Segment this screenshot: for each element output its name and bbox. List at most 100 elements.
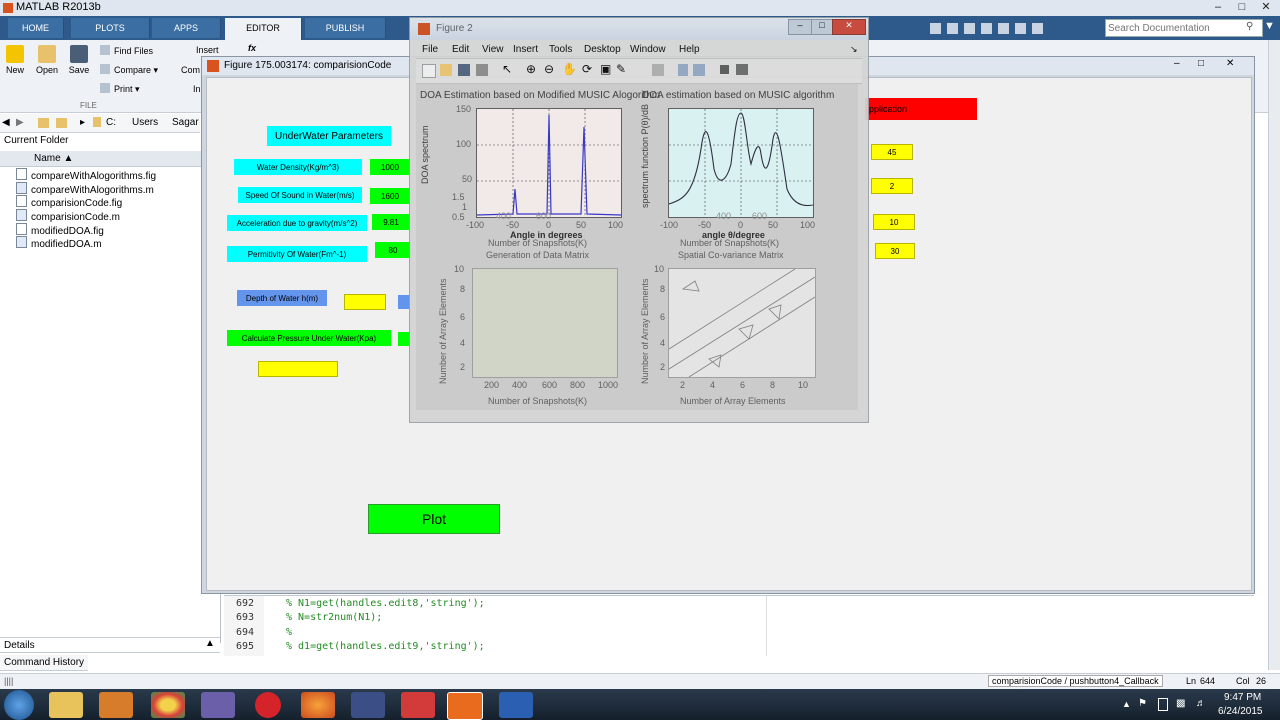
menu-tools[interactable]: Tools [549,44,572,55]
path-user[interactable]: Sagar [172,117,199,128]
plot4-axes[interactable] [668,268,816,378]
up-folder-icon[interactable] [38,118,49,128]
zoom-in-icon[interactable]: ⊕ [526,62,536,76]
param-value-2[interactable]: 2 [871,178,913,194]
param-value-4[interactable]: 30 [875,243,915,259]
plot1-axes[interactable] [476,108,622,218]
save-button[interactable]: Save [66,45,92,75]
firefox-taskbar-icon[interactable] [301,692,335,718]
code-line[interactable]: % N=str2num(N1); [286,612,382,623]
code-line[interactable]: % N1=get(handles.edit8,'string'); [286,598,485,609]
tab-apps[interactable]: APPS [152,18,221,38]
battery-icon[interactable] [1158,698,1168,711]
gui-maximize-icon[interactable]: □ [1198,58,1204,69]
tab-editor[interactable]: EDITOR [225,18,302,40]
plot3-axes[interactable] [472,268,618,378]
eclipse-taskbar-icon[interactable] [351,692,385,718]
show-tools-icon[interactable] [736,64,748,75]
gui-close-icon[interactable]: ✕ [1226,58,1234,69]
search-icon[interactable]: ⚲ [1246,21,1253,32]
menu-file[interactable]: File [422,44,438,55]
taskbar-time[interactable]: 9:47 PM [1224,692,1261,703]
param-value-1[interactable]: 45 [871,144,913,160]
browse-folder-icon[interactable] [56,118,67,128]
code-line[interactable]: % d1=get(handles.edit9,'string'); [286,641,485,652]
depth-of-water-input[interactable] [344,294,386,310]
gravity-value[interactable]: 9.81 [372,214,410,230]
menu-window[interactable]: Window [630,44,666,55]
brush-icon[interactable]: ✎ [616,62,626,76]
code-editor[interactable]: 692 % N1=get(handles.edit8,'string'); 69… [224,595,1254,656]
menu-insert[interactable]: Insert [513,44,538,55]
search-documentation-input[interactable] [1105,19,1263,37]
vertical-scrollbar[interactable] [1268,40,1280,670]
comment-button[interactable]: Com [181,65,200,75]
start-button[interactable] [4,690,34,720]
permitivity-value[interactable]: 80 [375,242,411,258]
menu-desktop[interactable]: Desktop [584,44,621,55]
details-panel-header[interactable]: Details [0,637,220,653]
undo-icon[interactable] [998,22,1009,34]
close-icon[interactable]: ✕ [1254,0,1278,15]
opera-taskbar-icon[interactable] [255,692,281,718]
app-taskbar-icon[interactable] [401,692,435,718]
dock-arrow-icon[interactable]: ↘ [850,44,858,55]
menu-help[interactable]: Help [679,44,700,55]
zoom-out-icon[interactable]: ⊖ [544,62,554,76]
tab-home[interactable]: HOME [8,18,64,38]
file-item[interactable]: compareWithAlogorithms.fig [16,168,156,182]
volume-icon[interactable]: ♬ [1196,698,1206,709]
taskbar-date[interactable]: 6/24/2015 [1218,706,1263,717]
plot2-axes[interactable] [668,108,814,218]
file-item[interactable]: comparisionCode.fig [16,195,122,209]
matlab-taskbar-icon[interactable] [447,692,483,720]
tray-expand-icon[interactable]: ▲ [1122,699,1131,709]
open-button[interactable]: Open [34,45,60,75]
fx-button[interactable]: fx [248,43,256,53]
file-item[interactable]: comparisionCode.m [16,209,120,223]
flag-icon[interactable]: ⚑ [1138,698,1147,709]
colorbar-icon[interactable] [678,64,688,76]
gui-minimize-icon[interactable]: – [1174,58,1180,69]
path-users[interactable]: Users [132,117,158,128]
tab-publish[interactable]: PUBLISH [305,18,386,38]
menu-view[interactable]: View [482,44,504,55]
find-files-button[interactable]: Find Files [100,45,153,56]
cut-icon[interactable] [947,22,958,34]
pointer-icon[interactable]: ↖ [502,62,512,76]
explorer-taskbar-icon[interactable] [49,692,83,718]
plot-button[interactable]: Plot [368,504,500,534]
figure-2-maximize-icon[interactable]: □ [811,19,833,35]
chrome-taskbar-icon[interactable] [151,692,185,718]
collapse-icon[interactable]: ▲ [205,638,215,649]
legend-icon[interactable] [693,64,705,76]
media-player-taskbar-icon[interactable] [99,692,133,718]
name-column-header[interactable]: Name ▲ [0,151,220,167]
hide-tools-icon[interactable] [720,65,729,74]
compare-button[interactable]: Compare ▾ [100,64,158,76]
redo-icon[interactable] [1015,22,1026,34]
print-figure-icon[interactable] [476,64,488,76]
new-button[interactable]: New [3,45,27,75]
open-file-icon[interactable] [440,64,452,76]
tab-plots[interactable]: PLOTS [71,18,150,38]
print-button[interactable]: Print ▾ [100,83,140,95]
expand-icon[interactable]: ▼ [1264,20,1275,32]
forward-icon[interactable]: ▶ [16,117,24,128]
file-item[interactable]: modifiedDOA.m [16,236,102,250]
save-figure-icon[interactable] [458,64,470,76]
copy-icon[interactable] [964,22,975,34]
indent-button[interactable]: In [193,84,201,94]
save-icon[interactable] [930,22,941,34]
code-line[interactable]: % [286,627,292,638]
paste-icon[interactable] [981,22,992,34]
data-cursor-icon[interactable]: ▣ [600,62,611,76]
file-item[interactable]: compareWithAlogorithms.m [16,182,154,196]
new-figure-icon[interactable] [422,64,436,78]
path-drive[interactable]: C: [106,117,116,128]
figure-2-minimize-icon[interactable]: – [788,19,812,35]
word-taskbar-icon[interactable] [499,692,533,718]
help-icon[interactable] [1032,22,1043,34]
water-density-value[interactable]: 1000 [370,159,410,175]
menu-edit[interactable]: Edit [452,44,469,55]
